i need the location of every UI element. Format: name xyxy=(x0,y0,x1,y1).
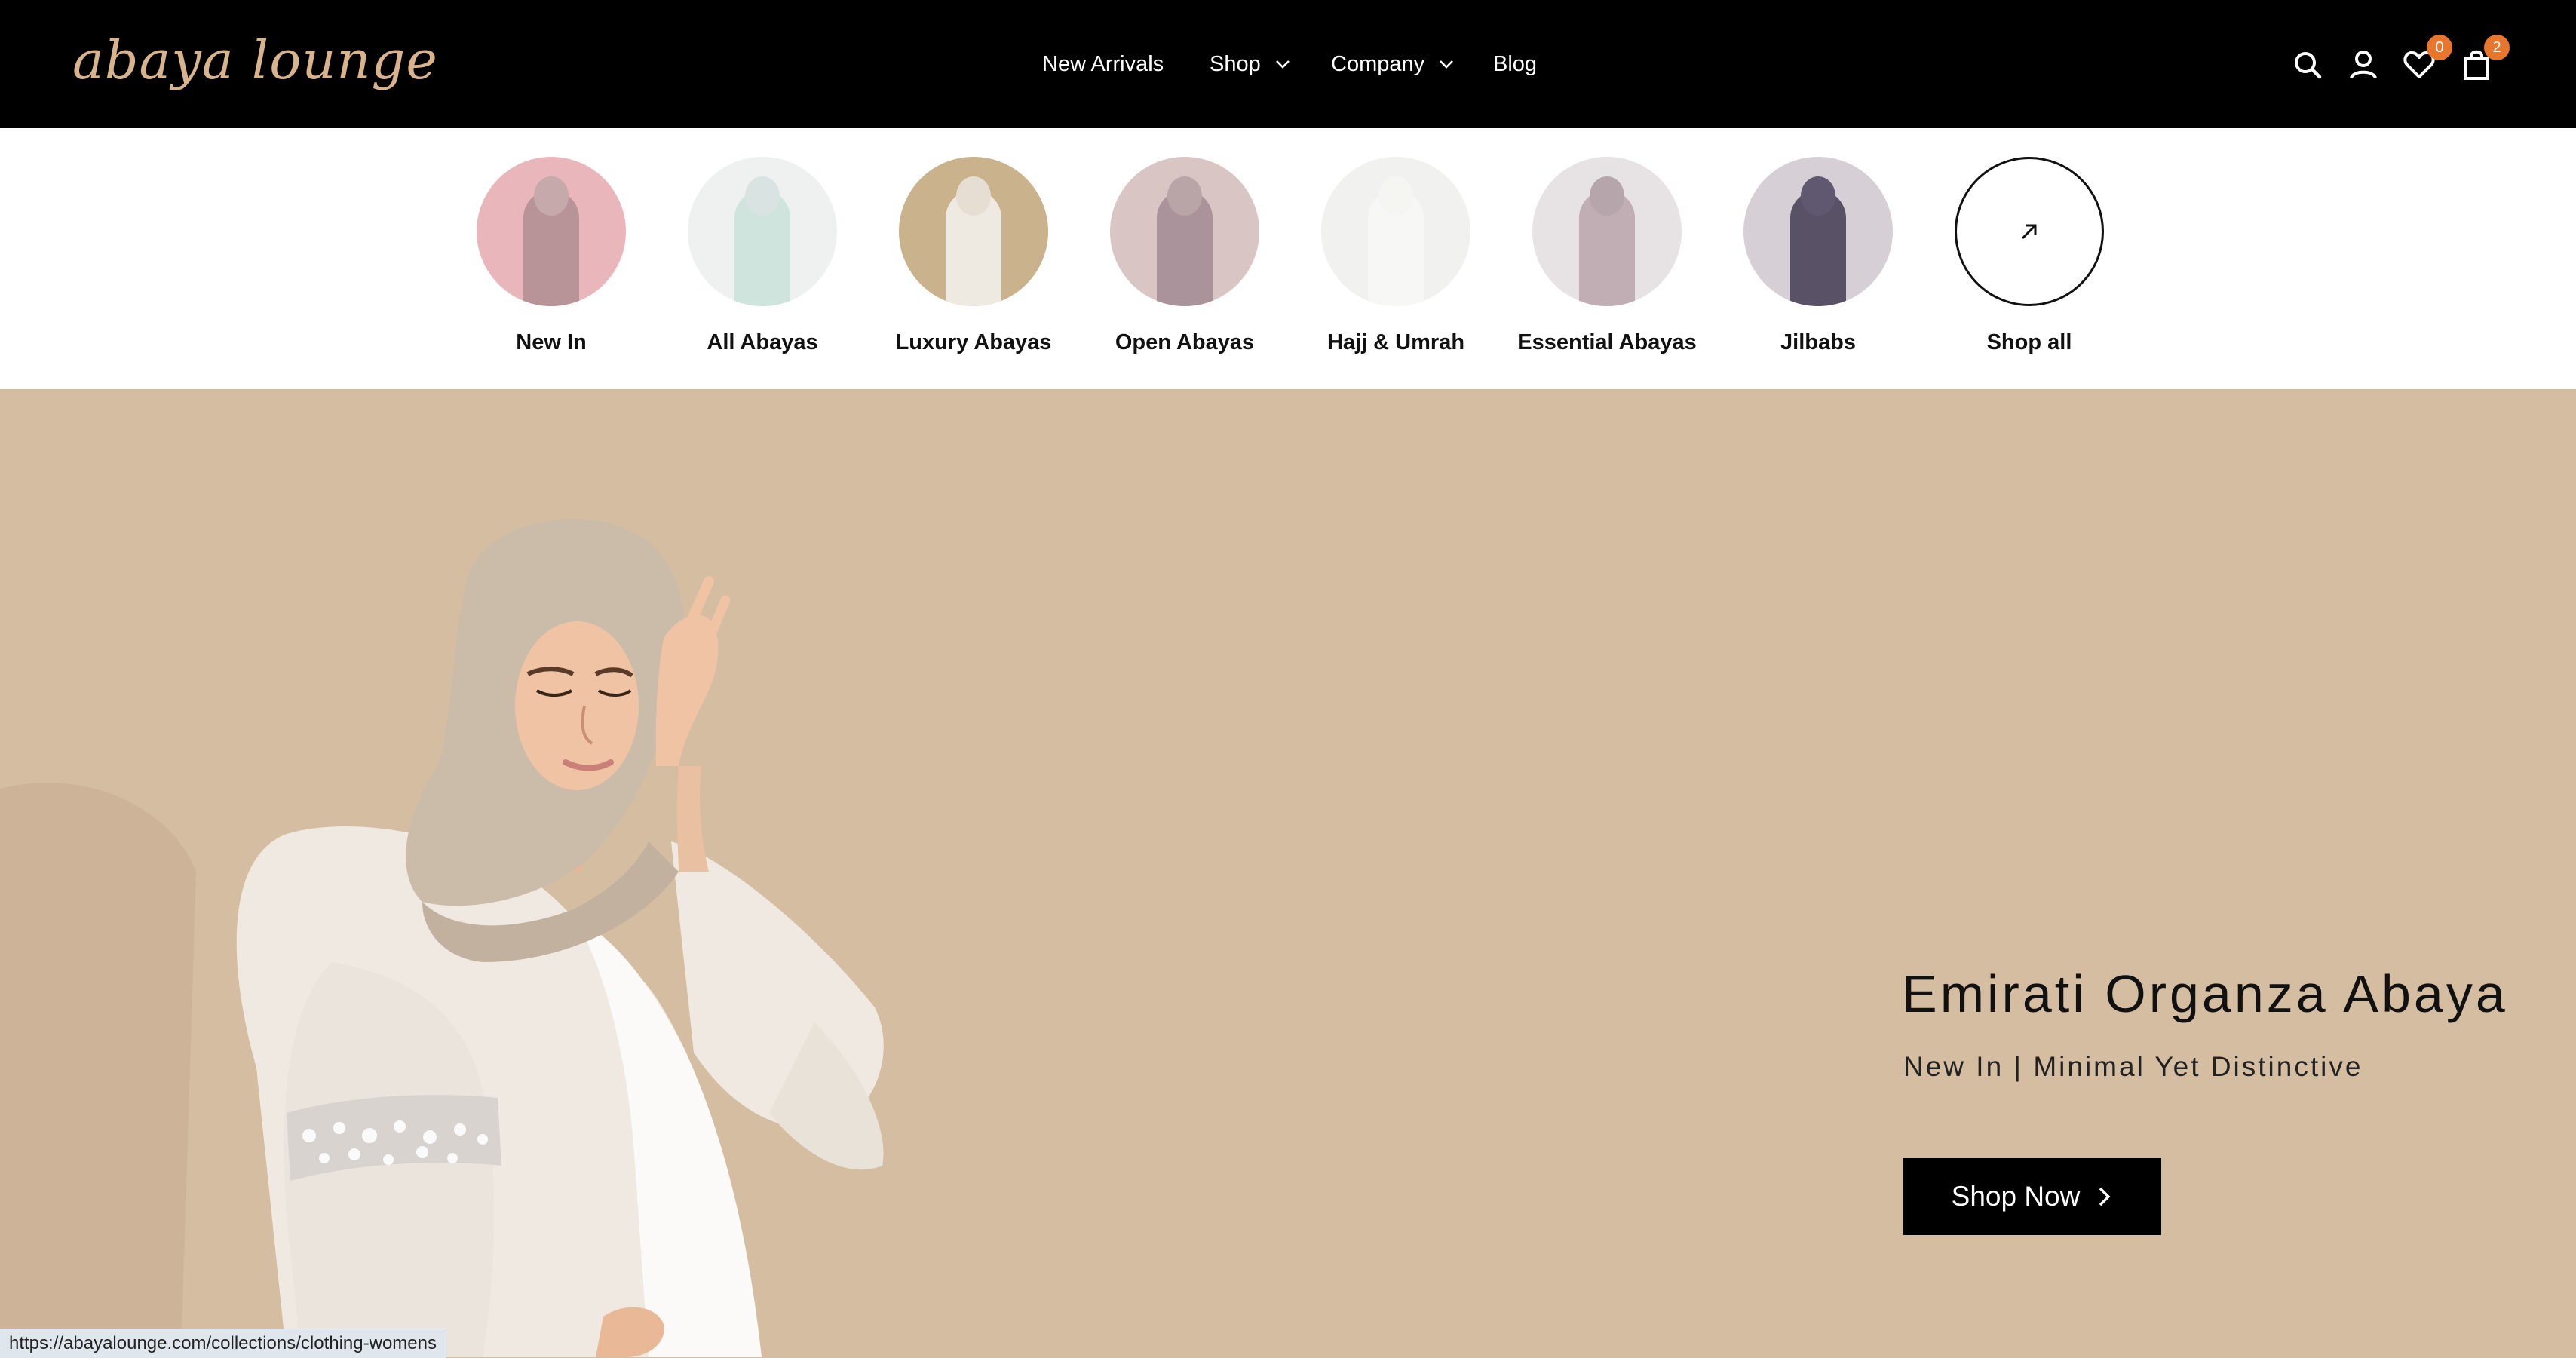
category-thumbnail xyxy=(899,157,1048,306)
wishlist-button[interactable]: 0 xyxy=(2397,35,2452,87)
category-strip: New In All Abayas Luxury Abayas Open Aba… xyxy=(0,128,2576,389)
search-icon xyxy=(2295,52,2322,79)
category-open-abayas[interactable]: Open Abayas xyxy=(1079,157,1290,355)
nav-item-label: Blog xyxy=(1493,51,1538,76)
brand-logo[interactable]: abaya lounge xyxy=(72,23,438,98)
hero-banner[interactable]: Emirati Organza Abaya New In | Minimal Y… xyxy=(0,389,2576,1357)
category-label: Hajj & Umrah xyxy=(1326,330,1465,354)
category-luxury-abayas[interactable]: Luxury Abayas xyxy=(868,157,1079,355)
wishlist-count-badge: 0 xyxy=(2427,35,2452,60)
account-button[interactable] xyxy=(2341,42,2386,87)
category-hajj-umrah[interactable]: Hajj & Umrah xyxy=(1290,157,1501,355)
category-label: Essential Abayas xyxy=(1517,330,1697,354)
cart-count-badge: 2 xyxy=(2484,35,2510,60)
arrow-up-right-icon xyxy=(2021,224,2037,240)
category-label: New In xyxy=(516,330,587,354)
status-bar-url: https://abayalounge.com/collections/clot… xyxy=(0,1329,446,1358)
nav-item-label: New Arrivals xyxy=(1042,51,1164,76)
category-essential-abayas[interactable]: Essential Abayas xyxy=(1501,157,1713,355)
shop-now-label: Shop Now xyxy=(1951,1181,2081,1212)
shop-all-circle xyxy=(1955,157,2104,306)
category-thumbnail xyxy=(1110,157,1259,306)
category-shop-all[interactable]: Shop all xyxy=(1924,157,2135,355)
nav-item-label: Company xyxy=(1331,51,1425,76)
search-button[interactable] xyxy=(2285,42,2330,87)
chevron-down-icon xyxy=(1275,60,1290,69)
category-label: Jilbabs xyxy=(1780,330,1856,354)
site-header: abaya lounge New Arrivals Shop Company B… xyxy=(0,0,2576,128)
category-label: Luxury Abayas xyxy=(895,330,1052,354)
category-jilbabs[interactable]: Jilbabs xyxy=(1713,157,1924,355)
hero-model-image xyxy=(0,519,884,1357)
category-new-in[interactable]: New In xyxy=(446,157,657,355)
category-label: Shop all xyxy=(1986,330,2072,354)
category-all-abayas[interactable]: All Abayas xyxy=(657,157,868,355)
hero-subtitle: New In | Minimal Yet Distinctive xyxy=(1903,1051,2363,1082)
nav-item-label: Shop xyxy=(1210,51,1261,76)
nav-item-shop[interactable]: Shop xyxy=(1210,47,1291,81)
category-label: Open Abayas xyxy=(1115,330,1255,354)
nav-item-company[interactable]: Company xyxy=(1331,47,1455,81)
category-thumbnail xyxy=(477,157,626,306)
chevron-right-icon xyxy=(2099,1187,2111,1206)
category-thumbnail xyxy=(1321,157,1470,306)
category-label: All Abayas xyxy=(707,330,818,354)
user-icon xyxy=(2350,51,2377,79)
nav-item-blog[interactable]: Blog xyxy=(1493,47,1537,81)
category-thumbnail xyxy=(688,157,837,306)
category-thumbnail xyxy=(1743,157,1893,306)
chevron-down-icon xyxy=(1440,60,1454,69)
category-thumbnail xyxy=(1532,157,1682,306)
cart-button[interactable]: 2 xyxy=(2454,35,2510,87)
nav-item-new-arrivals[interactable]: New Arrivals xyxy=(1042,47,1164,81)
shop-now-button[interactable]: Shop Now xyxy=(1903,1158,2161,1235)
hero-title: Emirati Organza Abaya xyxy=(1902,964,2508,1023)
